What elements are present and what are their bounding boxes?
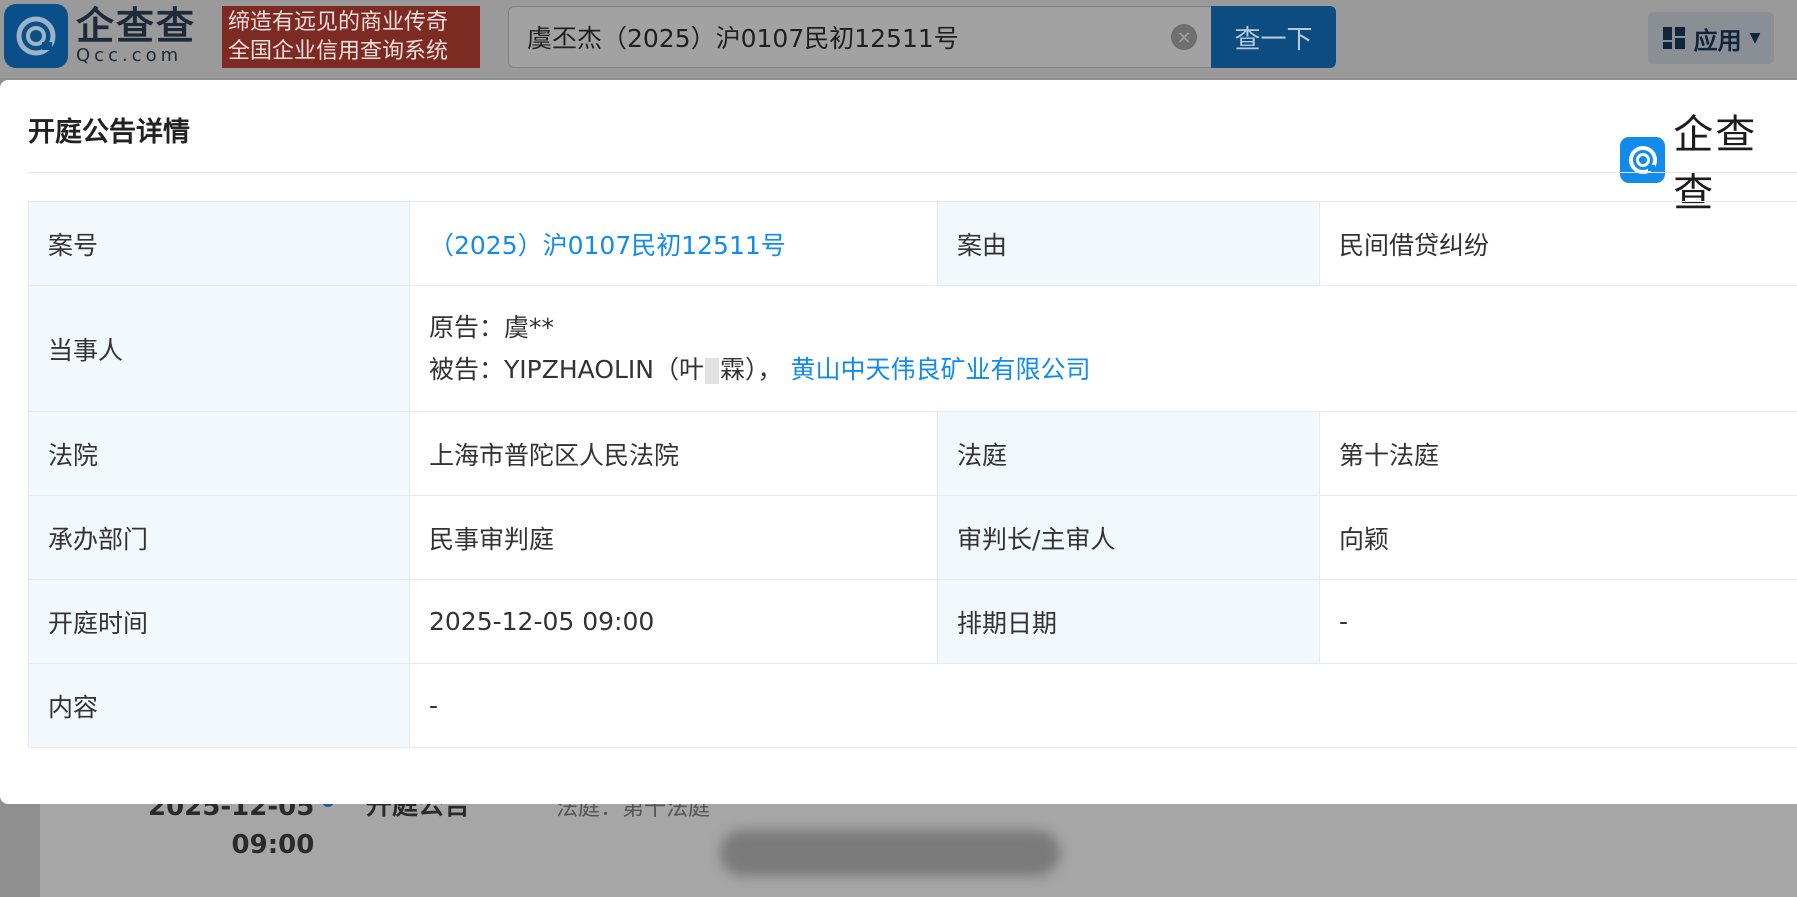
court-value: 上海市普陀区人民法院 [409, 411, 938, 496]
defendant-person-name-end: 霖）， [720, 354, 783, 384]
search-input[interactable] [527, 22, 1127, 52]
case-cause-value: 民间借贷纠纷 [1319, 201, 1797, 286]
table-row: 当事人 原告：虞** 被告：YIPZHAOLIN（叶 霖）， 黄山中天伟良矿业有限… [28, 285, 1797, 412]
hearing-notice-modal: 开庭公告详情 企查查 案号 （2025）沪0107民初12511号 案由 民间借… [0, 80, 1797, 804]
blurred-content [720, 830, 1060, 876]
redacted-character [705, 357, 720, 384]
schedule-date-label: 排期日期 [937, 579, 1320, 664]
courtroom-label: 法庭 [937, 411, 1320, 496]
department-label: 承办部门 [28, 495, 410, 580]
search-button[interactable]: 查一下 [1211, 6, 1336, 68]
schedule-date-value: - [1319, 579, 1797, 664]
plaintiff-name: 虞** [504, 312, 555, 342]
top-navigation-bar: 企查查 Qcc.com 缔造有远见的商业传奇 全国企业信用查询系统 × 查一下 … [0, 0, 1797, 78]
apps-button-label: 应用 [1693, 26, 1742, 55]
content-label: 内容 [28, 663, 410, 748]
logo-chinese-name: 企查查 [76, 4, 197, 48]
plaintiff-line: 原告：虞** [429, 307, 1778, 349]
table-row: 承办部门 民事审判庭 审判长/主审人 向颖 [28, 495, 1797, 580]
modal-divider [28, 172, 1797, 173]
table-row: 案号 （2025）沪0107民初12511号 案由 民间借贷纠纷 [28, 201, 1797, 286]
hearing-time-value: 2025-12-05 09:00 [409, 579, 938, 664]
table-row: 开庭时间 2025-12-05 09:00 排期日期 - [28, 579, 1797, 664]
apps-menu-button[interactable]: 应用 ▼ [1648, 12, 1774, 64]
presiding-judge-value: 向颖 [1319, 495, 1797, 580]
defendant-person-name: YIPZHAOLIN（叶 [504, 354, 705, 384]
clear-search-icon[interactable]: × [1171, 24, 1197, 50]
table-row: 法院 上海市普陀区人民法院 法庭 第十法庭 [28, 411, 1797, 496]
qcc-logo-icon [4, 4, 68, 68]
background-time: 09:00 [231, 830, 315, 860]
qcc-logo-icon [1620, 137, 1666, 183]
content-value: - [409, 663, 1797, 748]
parties-label: 当事人 [28, 285, 410, 412]
table-row: 内容 - [28, 663, 1797, 748]
slogan-line-2: 全国企业信用查询系统 [228, 39, 449, 64]
slogan-banner: 缔造有远见的商业传奇 全国企业信用查询系统 [222, 6, 480, 68]
department-value: 民事审判庭 [409, 495, 938, 580]
parties-value: 原告：虞** 被告：YIPZHAOLIN（叶 霖）， 黄山中天伟良矿业有限公司 [409, 285, 1797, 412]
search-box: × [508, 6, 1212, 68]
case-number-label: 案号 [28, 201, 410, 286]
presiding-judge-label: 审判长/主审人 [937, 495, 1320, 580]
case-number-link[interactable]: （2025）沪0107民初12511号 [429, 231, 786, 260]
defendant-prefix: 被告： [429, 354, 505, 384]
plaintiff-prefix: 原告： [429, 312, 505, 342]
hearing-detail-table: 案号 （2025）沪0107民初12511号 案由 民间借贷纠纷 当事人 原告：… [28, 201, 1797, 748]
case-cause-label: 案由 [937, 201, 1320, 286]
chevron-down-icon: ▼ [1749, 30, 1761, 46]
apps-grid-icon [1662, 27, 1685, 49]
slogan-line-1: 缔造有远见的商业传奇 [228, 10, 449, 35]
modal-title: 开庭公告详情 [28, 117, 190, 148]
hearing-time-label: 开庭时间 [28, 579, 410, 664]
case-number-value: （2025）沪0107民初12511号 [409, 201, 938, 286]
site-logo[interactable]: 企查查 Qcc.com [4, 4, 196, 68]
defendant-company-link[interactable]: 黄山中天伟良矿业有限公司 [790, 355, 1090, 384]
court-label: 法院 [28, 411, 410, 496]
logo-domain: Qcc.com [76, 45, 183, 66]
defendant-line: 被告：YIPZHAOLIN（叶 霖）， 黄山中天伟良矿业有限公司 [429, 349, 1778, 391]
courtroom-value: 第十法庭 [1319, 411, 1797, 496]
